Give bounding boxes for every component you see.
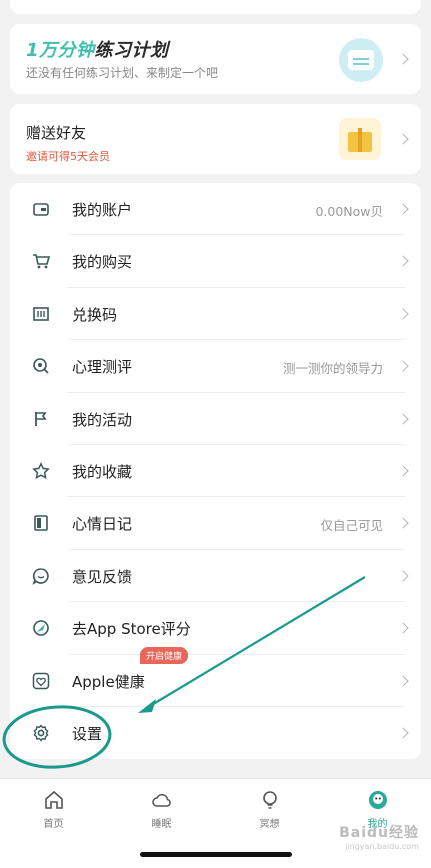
chevron-right-icon <box>397 570 409 582</box>
diary-icon <box>34 515 48 532</box>
tab-label: 首页 <box>43 819 64 830</box>
friend-title: 赠送好友 <box>26 124 87 142</box>
menu-item-psych-assessment[interactable]: 心理测评 测一测你的领导力 <box>10 340 421 393</box>
menu-item-label: 去App Store评分 <box>72 620 191 639</box>
tab-label: 睡眠 <box>151 819 172 830</box>
menu-item-label: 我的收藏 <box>72 463 133 481</box>
plan-title: 1万分钟练习计划 <box>26 36 169 62</box>
barcode-icon <box>33 306 49 321</box>
menu-item-label: 我的账户 <box>72 201 133 219</box>
menu-item-label: 意见反馈 <box>72 567 133 586</box>
chevron-right-icon <box>397 53 409 65</box>
menu-list: 我的账户 0.00Now贝 我的购买 兑换码 心理测评 测一测你的领导力 我的活… <box>10 183 421 759</box>
menu-item-label: 我的活动 <box>72 410 133 429</box>
calendar-icon <box>339 38 383 82</box>
menu-item-activities[interactable]: 我的活动 <box>10 393 421 445</box>
chevron-right-icon <box>397 255 409 268</box>
friend-subtitle: 邀请可得5天会员 <box>26 150 110 163</box>
tab-sleep[interactable]: 睡眠 <box>108 789 215 830</box>
menu-item-redeem-code[interactable]: 兑换码 <box>10 288 421 341</box>
wallet-icon <box>33 203 49 216</box>
gift-icon <box>339 118 381 160</box>
chevron-right-icon <box>397 203 409 215</box>
home-icon <box>44 790 63 809</box>
baidu-watermark-url: jingyan.baidu.com <box>345 842 419 851</box>
home-indicator <box>140 852 292 857</box>
menu-item-favorites[interactable]: 我的收藏 <box>10 445 421 498</box>
menu-item-settings[interactable]: 设置 <box>10 707 421 759</box>
menu-item-label: 心情日记 <box>72 515 133 534</box>
menu-item-value: 测一测你的领导力 <box>282 361 383 377</box>
gear-icon <box>33 724 49 742</box>
menu-item-label: 我的购买 <box>72 253 133 272</box>
menu-item-value: 仅自己可见 <box>320 518 383 534</box>
bulb-icon <box>262 791 277 809</box>
menu-item-label: 设置 <box>72 725 103 743</box>
flag-icon <box>35 411 47 426</box>
chevron-right-icon <box>397 622 409 634</box>
tab-meditation[interactable]: 冥想 <box>216 789 323 830</box>
practice-plan-card[interactable]: 1万分钟练习计划 还没有任何练习计划、来制定一个吧 <box>10 24 421 94</box>
profile-icon <box>368 791 387 809</box>
menu-item-label: 心理测评 <box>72 358 133 377</box>
chevron-right-icon <box>397 308 409 320</box>
top-card-partial <box>10 0 421 14</box>
cloud-icon <box>151 793 171 807</box>
chevron-right-icon <box>397 517 409 530</box>
tab-home[interactable]: 首页 <box>0 789 107 830</box>
chevron-right-icon <box>397 412 409 425</box>
chevron-right-icon <box>397 674 409 687</box>
menu-item-purchases[interactable]: 我的购买 <box>10 235 421 288</box>
cart-icon <box>33 254 50 269</box>
menu-item-account[interactable]: 我的账户 0.00Now贝 <box>10 183 421 236</box>
feedback-icon <box>32 567 49 585</box>
baidu-watermark: Baidu经验 <box>339 825 419 841</box>
plan-title-highlight: 1万分钟 <box>26 40 95 61</box>
plan-title-rest: 练习计划 <box>94 40 169 61</box>
assessment-icon <box>33 358 49 374</box>
chevron-right-icon <box>397 133 409 145</box>
star-icon <box>32 462 50 479</box>
menu-item-apple-health[interactable]: Apple健康 开启健康 <box>10 646 421 707</box>
gift-friend-card[interactable]: 赠送好友 邀请可得5天会员 <box>10 104 421 174</box>
rate-icon <box>33 620 49 636</box>
menu-item-mood-diary[interactable]: 心情日记 仅自己可见 <box>10 497 421 550</box>
chevron-right-icon <box>397 360 409 372</box>
plan-subtitle: 还没有任何练习计划、来制定一个吧 <box>26 66 219 80</box>
chevron-right-icon <box>397 465 409 477</box>
menu-item-label: 兑换码 <box>72 305 118 324</box>
menu-item-feedback[interactable]: 意见反馈 <box>10 550 421 603</box>
heart-icon <box>32 672 50 689</box>
menu-item-label: Apple健康 <box>72 672 145 691</box>
menu-item-rate-app-store[interactable]: 去App Store评分 <box>10 602 421 655</box>
health-badge: 开启健康 <box>140 646 189 664</box>
chevron-right-icon <box>397 727 409 739</box>
menu-item-value: 0.00Now贝 <box>315 204 383 219</box>
tab-label: 冥想 <box>259 819 280 830</box>
